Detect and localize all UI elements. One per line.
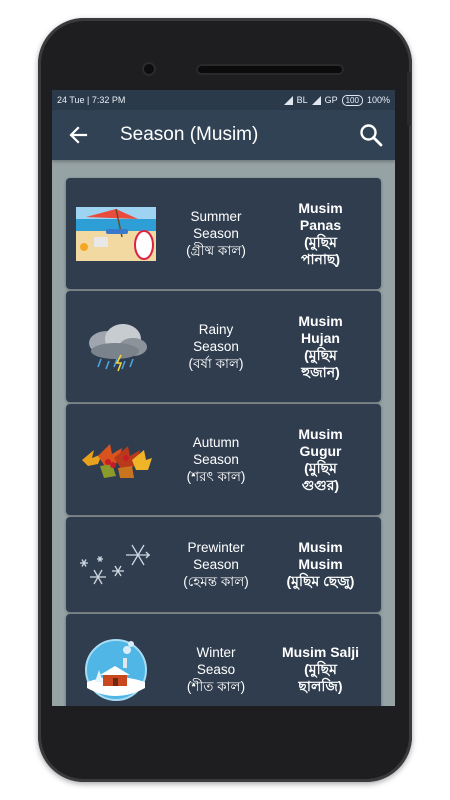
season-musim-name: Musim Musim (মুছিম ছেজু)	[286, 539, 355, 589]
signal-icon	[283, 95, 293, 105]
season-english-name: Autumn Season (শরৎ কাল)	[186, 435, 246, 484]
snowflakes-image	[66, 525, 166, 605]
status-indicators: BL GP 100 100%	[283, 94, 390, 106]
rain-cloud-image	[66, 307, 166, 387]
season-english-name: Prewinter Season (হেমন্ত কাল)	[183, 540, 249, 589]
season-musim-name: Musim Panas (মুছিম পানাছ)	[298, 199, 343, 267]
status-time: 24 Tue | 7:32 PM	[57, 95, 126, 105]
season-english-name: Summer Season (গ্রীষ্ম কাল)	[186, 209, 246, 258]
season-card-rainy[interactable]: Rainy Season (বর্ষা কাল) Musim Hujan (মু…	[66, 291, 381, 402]
season-card-prewinter[interactable]: Prewinter Season (হেমন্ত কাল) Musim Musi…	[66, 517, 381, 612]
power-button	[407, 72, 411, 126]
season-english-name: Winter Seaso (শীত কাল)	[186, 645, 246, 694]
season-card-autumn[interactable]: Autumn Season (শরৎ কাল) Musim Gugur (মুছ…	[66, 404, 381, 515]
page-title: Season (Musim)	[120, 124, 259, 145]
status-bar: 24 Tue | 7:32 PM BL GP 100 100%	[52, 90, 395, 110]
back-arrow-icon[interactable]	[66, 123, 90, 147]
battery-icon: 100	[341, 94, 363, 106]
front-camera	[142, 62, 156, 76]
season-english-name: Rainy Season (বর্ষা কাল)	[188, 322, 244, 371]
battery-percent: 100%	[366, 95, 390, 105]
earpiece-speaker	[196, 64, 344, 75]
season-card-winter[interactable]: Winter Seaso (শীত কাল) Musim Salji (মুছি…	[66, 614, 381, 706]
season-musim-name: Musim Gugur (মুছিম গুগুর)	[298, 425, 343, 493]
autumn-leaves-image	[66, 420, 166, 500]
summer-beach-image	[66, 194, 166, 274]
signal-icon	[311, 95, 321, 105]
carrier-bl: BL	[296, 95, 308, 105]
season-musim-name: Musim Hujan (মুছিম হুজান)	[298, 312, 343, 380]
season-musim-name: Musim Salji (মুছিম ছালজি)	[281, 644, 360, 694]
search-icon[interactable]	[357, 121, 385, 149]
app-screen: 24 Tue | 7:32 PM BL GP 100 100% Season (…	[52, 90, 395, 706]
season-card-summer[interactable]: Summer Season (গ্রীষ্ম কাল) Musim Panas …	[66, 178, 381, 289]
carrier-gp: GP	[324, 95, 338, 105]
app-bar: Season (Musim)	[52, 110, 395, 160]
snow-globe-image	[66, 630, 166, 707]
